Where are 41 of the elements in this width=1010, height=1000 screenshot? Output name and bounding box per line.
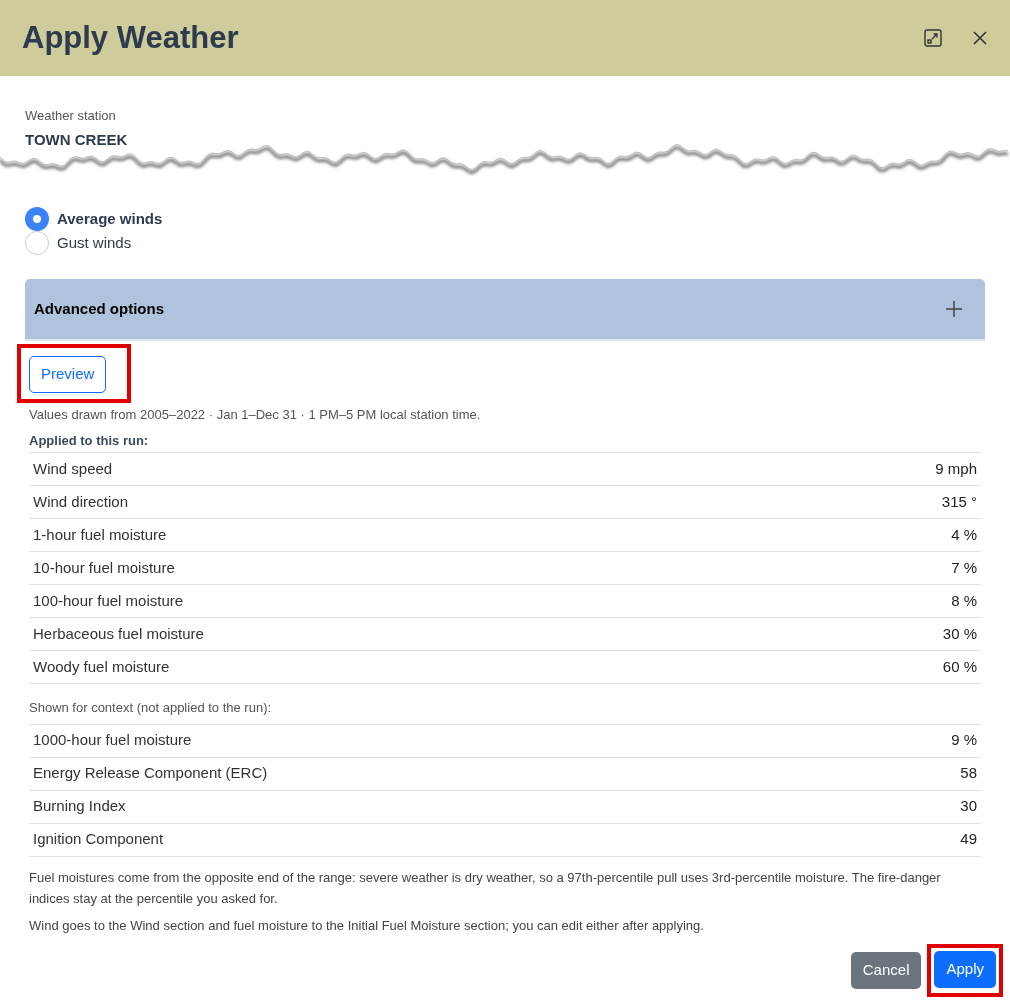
row-label: 10-hour fuel moisture bbox=[33, 557, 175, 578]
note-text: Wind goes to the Wind section and fuel moisture to the Initial Fuel Moisture section; you can edit either after applying. bbox=[29, 916, 705, 935]
station-name: TOWN CREEK bbox=[25, 129, 129, 150]
row-label: 1000-hour fuel moisture bbox=[33, 730, 192, 751]
row-label: Wind direction bbox=[33, 491, 129, 512]
row-label: 1-hour fuel moisture bbox=[33, 524, 167, 545]
row-label: Herbaceous fuel moisture bbox=[33, 623, 204, 644]
dialog-title: Apply Weather bbox=[22, 18, 239, 57]
radio-option[interactable]: Gust winds bbox=[25, 231, 985, 255]
row-label: Wind speed bbox=[33, 458, 113, 479]
row-label: Energy Release Component (ERC) bbox=[33, 763, 268, 784]
preview-button[interactable]: Preview bbox=[29, 356, 107, 393]
row-label: 100-hour fuel moisture bbox=[33, 590, 184, 611]
row-value: 315 ° bbox=[941, 491, 977, 512]
radio-button[interactable] bbox=[25, 207, 49, 231]
row-value: 49 bbox=[960, 829, 977, 850]
accordion-header[interactable]: Advanced options bbox=[25, 279, 985, 341]
row-value: 9 mph bbox=[935, 458, 977, 479]
radio-button[interactable] bbox=[25, 231, 49, 255]
row-value: 58 bbox=[960, 763, 977, 784]
row-value: 4 % bbox=[951, 524, 977, 545]
row-label: Burning Index bbox=[33, 796, 126, 817]
source-note: Values drawn from 2005–2022 · Jan 1–Dec 31 · 1 PM–5 PM local station time. bbox=[29, 406, 482, 424]
row-value: 30 % bbox=[942, 623, 977, 644]
close-icon[interactable] bbox=[972, 30, 988, 46]
note-text: Fuel moistures come from the opposite end of the range: severe weather is dry weather, so a 97th-percentile pull uses 3rd-percentile moisture. The fire-danger indices stay at the percentile you asked for. bbox=[29, 868, 942, 908]
row-label: Ignition Component bbox=[33, 829, 164, 850]
plus-icon bbox=[945, 300, 963, 318]
radio-option[interactable]: Average winds bbox=[25, 207, 985, 231]
row-value: 30 bbox=[960, 796, 977, 817]
row-value: 7 % bbox=[951, 557, 977, 578]
row-label: Woody fuel moisture bbox=[33, 656, 170, 677]
section-heading: Applied to this run: bbox=[29, 431, 150, 450]
row-value: 9 % bbox=[951, 730, 977, 751]
expand-icon[interactable] bbox=[924, 29, 942, 47]
apply-button[interactable]: Apply bbox=[934, 950, 996, 988]
row-value: 60 % bbox=[942, 656, 977, 677]
section-heading: Shown for context (not applied to the run): bbox=[29, 699, 273, 717]
row-value: 8 % bbox=[951, 590, 977, 611]
field-label: Weather station bbox=[25, 107, 117, 125]
cancel-button[interactable]: Cancel bbox=[850, 951, 922, 989]
